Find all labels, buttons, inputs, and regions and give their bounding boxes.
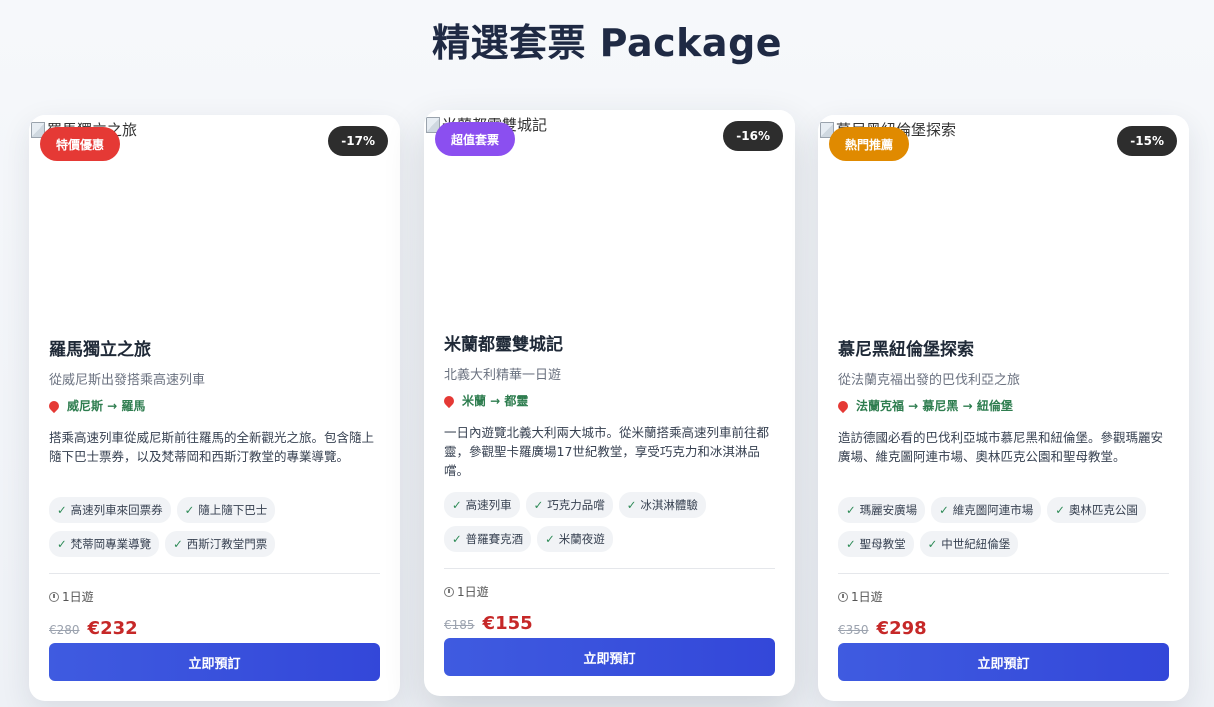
feature-tag: ✓ 高速列車來回票券	[49, 497, 171, 523]
package-duration: 1日遊	[49, 588, 380, 605]
feature-tag: ✓ 米蘭夜遊	[537, 526, 613, 552]
check-icon: ✓	[927, 537, 938, 551]
package-card-rome[interactable]: 羅馬獨立之旅 特價優惠 -17% 羅馬獨立之旅 從威尼斯出發搭乘高速列車 威尼斯…	[29, 115, 400, 701]
discount-badge: -15%	[1117, 126, 1177, 156]
book-now-button[interactable]: 立即預訂	[444, 638, 775, 676]
check-icon: ✓	[533, 498, 544, 512]
package-card-munich[interactable]: 慕尼黑紐倫堡探索 熱門推薦 -15% 慕尼黑紐倫堡探索 從法蘭克福出發的巴伐利亞…	[818, 115, 1189, 701]
route-text: 威尼斯 → 羅馬	[67, 399, 146, 413]
package-subtitle: 從法蘭克福出發的巴伐利亞之旅	[838, 373, 1021, 388]
check-icon: ✓	[846, 537, 856, 551]
feature-tag: ✓ 聖母教堂	[838, 531, 914, 557]
feature-tags: ✓ 瑪麗安廣場 ✓ 維克圖阿連市場 ✓ 奧林匹克公園 ✓ 聖母教堂 ✓ 中世紀紐倫堡	[838, 497, 1169, 557]
check-icon: ✓	[545, 532, 555, 546]
feature-tag: ✓ 維克圖阿連市場	[931, 497, 1042, 523]
check-icon: ✓	[184, 503, 195, 517]
route-text: 米蘭 → 都靈	[462, 394, 529, 408]
feature-tag: ✓ 西斯汀教堂門票	[165, 531, 276, 557]
package-route: 法蘭克福 → 慕尼黑 → 紐倫堡	[835, 397, 1169, 414]
package-name: 慕尼黑紐倫堡探索	[838, 340, 974, 360]
original-price: €280	[49, 623, 80, 637]
check-icon: ✓	[846, 503, 856, 517]
price-row: €280 €232	[49, 618, 380, 639]
check-icon: ✓	[57, 503, 67, 517]
package-duration: 1日遊	[444, 583, 775, 600]
book-now-button[interactable]: 立即預訂	[838, 643, 1169, 681]
feature-tags: ✓ 高速列車 ✓ 巧克力品嚐 ✓ 冰淇淋體驗 ✓ 普羅賽克酒 ✓ 米蘭夜遊	[444, 492, 775, 552]
discount-badge: -16%	[723, 121, 783, 151]
location-pin-icon	[441, 393, 457, 408]
check-icon: ✓	[452, 498, 462, 512]
package-name: 羅馬獨立之旅	[49, 340, 151, 360]
package-subtitle: 從威尼斯出發搭乘高速列車	[49, 373, 206, 388]
feature-tag: ✓ 中世紀紐倫堡	[919, 531, 1019, 557]
sale-price: €298	[876, 618, 927, 639]
feature-tag: ✓ 冰淇淋體驗	[618, 492, 706, 518]
location-pin-icon	[835, 398, 851, 413]
original-price: €350	[838, 623, 869, 637]
package-route: 米蘭 → 都靈	[441, 392, 775, 409]
route-text: 法蘭克福 → 慕尼黑 → 紐倫堡	[856, 399, 1013, 413]
clock-icon	[444, 586, 454, 597]
check-icon: ✓	[939, 503, 949, 517]
package-image: 米蘭都靈雙城記 超值套票 -16%	[424, 110, 795, 315]
discount-badge: -17%	[328, 126, 388, 156]
divider	[838, 573, 1169, 574]
package-image: 羅馬獨立之旅 特價優惠 -17%	[29, 115, 400, 320]
divider	[49, 573, 380, 574]
package-image: 慕尼黑紐倫堡探索 熱門推薦 -15%	[818, 115, 1189, 320]
feature-tag: ✓ 瑪麗安廣場	[838, 497, 926, 523]
check-icon: ✓	[626, 498, 637, 512]
sale-price: €155	[482, 613, 533, 634]
clock-icon	[49, 591, 59, 602]
divider	[444, 568, 775, 569]
package-description: 造訪德國必看的巴伐利亞城市慕尼黑和紐倫堡。參觀瑪麗安廣場、維克圖阿連市場、奧林匹…	[838, 430, 1164, 464]
feature-tag: ✓ 巧克力品嚐	[525, 492, 613, 518]
feature-tag: ✓ 奧林匹克公園	[1047, 497, 1146, 523]
package-duration: 1日遊	[838, 588, 1169, 605]
package-name: 米蘭都靈雙城記	[444, 335, 563, 355]
feature-tag: ✓ 普羅賽克酒	[444, 526, 532, 552]
feature-tag: ✓ 梵蒂岡專業導覽	[49, 531, 160, 557]
clock-icon	[838, 591, 848, 602]
check-icon: ✓	[452, 532, 462, 546]
price-row: €350 €298	[838, 618, 1169, 639]
original-price: €185	[444, 618, 475, 632]
page-title: 精選套票 Package	[431, 21, 783, 65]
location-pin-icon	[46, 398, 62, 413]
check-icon: ✓	[173, 537, 183, 551]
check-icon: ✓	[1055, 503, 1065, 517]
package-card-milan[interactable]: 米蘭都靈雙城記 超值套票 -16% 米蘭都靈雙城記 北義大利精華一日遊 米蘭 →…	[424, 110, 795, 696]
feature-tag: ✓ 隨上隨下巴士	[176, 497, 276, 523]
package-route: 威尼斯 → 羅馬	[46, 397, 380, 414]
price-row: €185 €155	[444, 613, 775, 634]
package-subtitle: 北義大利精華一日遊	[444, 368, 562, 383]
package-description: 搭乘高速列車從威尼斯前往羅馬的全新觀光之旅。包含隨上隨下巴士票券，以及梵蒂岡和西…	[49, 430, 375, 464]
feature-tags: ✓ 高速列車來回票券 ✓ 隨上隨下巴士 ✓ 梵蒂岡專業導覽 ✓ 西斯汀教堂門票	[49, 497, 380, 557]
promo-badge: 特價優惠	[40, 127, 121, 161]
sale-price: €232	[87, 618, 138, 639]
promo-badge: 熱門推薦	[829, 127, 910, 161]
book-now-button[interactable]: 立即預訂	[49, 643, 380, 681]
check-icon: ✓	[57, 537, 67, 551]
package-description: 一日內遊覽北義大利兩大城市。從米蘭搭乘高速列車前往都靈，參觀聖卡羅廣場17世紀教…	[444, 425, 770, 478]
promo-badge: 超值套票	[435, 122, 516, 156]
feature-tag: ✓ 高速列車	[444, 492, 520, 518]
